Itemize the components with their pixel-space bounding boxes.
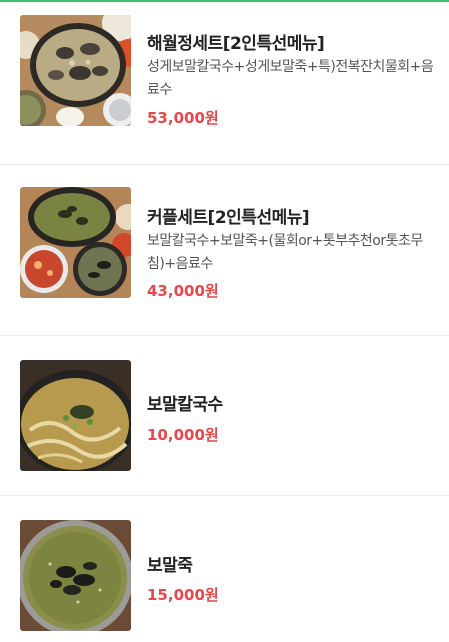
menu-item[interactable]: 해월정세트[2인특선메뉴] 성게보말칼국수+성게보말죽+특)전복잔치물회+음료수… <box>0 2 449 164</box>
menu-item-price: 53,000원 <box>147 109 219 127</box>
menu-item-name: 해월정세트[2인특선메뉴] <box>147 34 325 54</box>
menu-item[interactable]: 보말칼국수 10,000원 <box>0 336 449 495</box>
menu-item-description: 성게보말칼국수+성게보말죽+특)전복잔치물회+음료수 <box>147 59 434 98</box>
menu-item-photo <box>20 520 131 631</box>
menu-item-photo <box>20 15 131 126</box>
menu-item-price: 43,000원 <box>147 282 219 300</box>
menu-item-description: 보말칼국수+보말죽+(물회or+톳부추천or톳초무침)+음료수 <box>147 233 423 272</box>
menu-item-price: 15,000원 <box>147 586 219 604</box>
menu-item-name: 보말죽 <box>147 556 193 576</box>
menu-item-photo <box>20 360 131 471</box>
menu-item-name: 보말칼국수 <box>147 395 223 415</box>
menu-item[interactable]: 보말죽 15,000원 <box>0 496 449 642</box>
menu-item-price: 10,000원 <box>147 426 219 444</box>
menu-item-photo <box>20 187 131 298</box>
menu-item[interactable]: 커플세트[2인특선메뉴] 보말칼국수+보말죽+(물회or+톳부추천or톳초무침)… <box>0 165 449 335</box>
menu-item-name: 커플세트[2인특선메뉴] <box>147 208 310 228</box>
